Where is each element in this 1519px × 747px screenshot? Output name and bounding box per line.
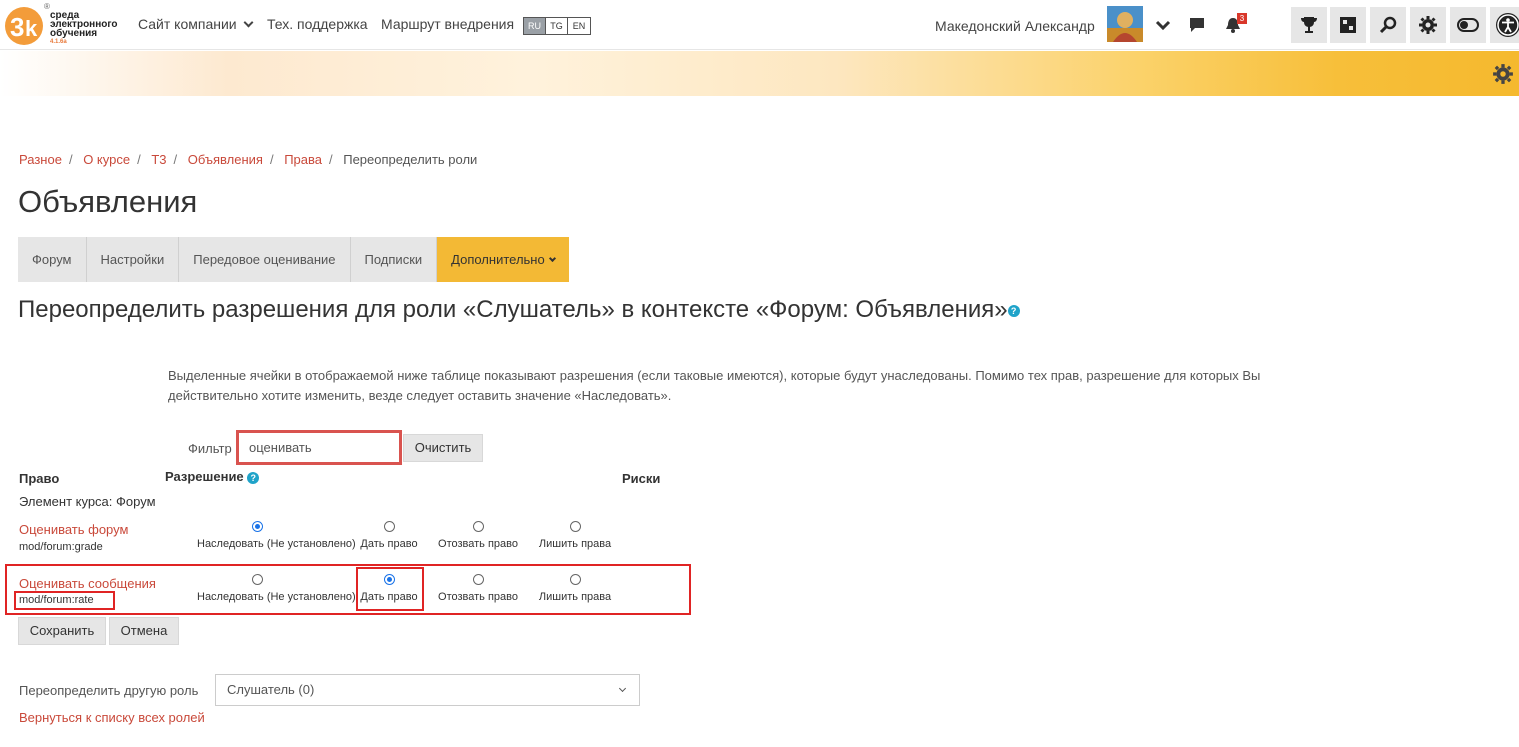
breadcrumb-item[interactable]: Т3 [151,152,166,167]
info-text: Выделенные ячейки в отображаемой ниже та… [168,368,1261,403]
lang-ru[interactable]: RU [524,18,546,34]
radio-button[interactable] [472,574,484,585]
help-icon[interactable]: ? [1007,304,1020,317]
logo-mark-icon: 3 k [5,7,43,45]
radio-button[interactable] [383,521,395,532]
site-logo[interactable]: 3 k ® среда электронного обучения 4.1.6a [4,2,124,48]
nav-tech-support[interactable]: Тех. поддержка [267,16,368,32]
capability-code: mod/forum:grade [19,541,103,553]
breadcrumb-item[interactable]: Права [284,152,322,167]
permission-option-prohibit[interactable]: Лишить права [515,574,635,603]
user-menu-chevron-icon[interactable] [1150,12,1176,38]
radio-button[interactable] [251,521,263,532]
back-to-roles-link[interactable]: Вернуться к списку всех ролей [19,710,205,725]
secondary-nav-tabs: Форум Настройки Передовое оценивание Под… [18,237,569,282]
column-header-capability: Право [19,471,60,486]
breadcrumb-current: Переопределить роли [343,152,478,167]
chevron-down-icon [618,684,627,693]
language-switcher: RU TG EN [523,17,591,35]
nav-implementation-route[interactable]: Маршрут внедрения [381,16,514,32]
radio-button[interactable] [569,574,581,585]
tab-advanced-grading[interactable]: Передовое оценивание [179,237,351,282]
messages-icon[interactable] [1184,12,1210,38]
save-button[interactable]: Сохранить [18,617,106,645]
column-header-risks: Риски [622,471,661,486]
filter-input[interactable] [236,430,402,465]
banner-gear-icon[interactable] [1492,63,1514,85]
tab-settings[interactable]: Настройки [86,237,180,282]
capability-code: mod/forum:rate [19,594,94,606]
tab-more[interactable]: Дополнительно [437,237,569,282]
clear-filter-button[interactable]: Очистить [403,434,483,462]
chevron-down-icon [548,254,556,263]
permission-option-inherit[interactable]: Наследовать (Не установлено) [197,574,356,603]
radio-button[interactable] [383,574,395,585]
accessibility-icon[interactable] [1490,7,1519,43]
search-icon[interactable] [1370,7,1406,43]
nav-company-site[interactable]: Сайт компании [138,16,254,32]
puzzle-icon[interactable] [1330,7,1366,43]
gear-icon[interactable] [1410,7,1446,43]
breadcrumb-item[interactable]: О курсе [83,152,130,167]
lang-tg[interactable]: TG [546,18,568,34]
avatar[interactable] [1107,6,1143,42]
tab-subscriptions[interactable]: Подписки [350,237,438,282]
svg-text:3: 3 [10,12,24,42]
filter-label: Фильтр [188,441,232,456]
svg-text:k: k [25,16,38,41]
user-name[interactable]: Македонский Александр [935,18,1095,34]
capability-name-link[interactable]: Оценивать сообщения [19,576,156,591]
trophy-icon[interactable] [1291,7,1327,43]
capability-name-link[interactable]: Оценивать форум [19,522,128,537]
capability-group: Элемент курса: Форум [19,494,156,509]
column-header-permission: Разрешение ? [165,469,260,484]
chevron-down-icon [243,17,254,28]
breadcrumb-item[interactable]: Объявления [188,152,263,167]
radio-button[interactable] [251,574,263,585]
other-role-label: Переопределить другую роль [19,683,199,698]
top-navbar: 3 k ® среда электронного обучения 4.1.6a… [0,0,1519,50]
logo-text: среда электронного обучения 4.1.6a [50,10,118,46]
radio-button[interactable] [569,521,581,532]
other-role-select[interactable]: Слушатель (0) [215,674,640,706]
help-icon[interactable]: ? [247,471,260,484]
header-banner [0,51,1519,96]
notification-badge: 3 [1237,13,1247,24]
breadcrumb: Разное / О курсе / Т3/ Объявления / Права / … [19,152,478,167]
page-title: Объявления [18,184,198,219]
lang-en[interactable]: EN [568,18,590,34]
section-heading: Переопределить разрешения для роли «Слуш… [18,296,1020,324]
radio-button[interactable] [472,521,484,532]
toggle-icon[interactable] [1450,7,1486,43]
permission-option-prohibit[interactable]: Лишить права [515,521,635,550]
tab-forum[interactable]: Форум [18,237,87,282]
breadcrumb-item[interactable]: Разное [19,152,62,167]
permission-option-inherit[interactable]: Наследовать (Не установлено) [197,521,356,550]
cancel-button[interactable]: Отмена [109,617,179,645]
